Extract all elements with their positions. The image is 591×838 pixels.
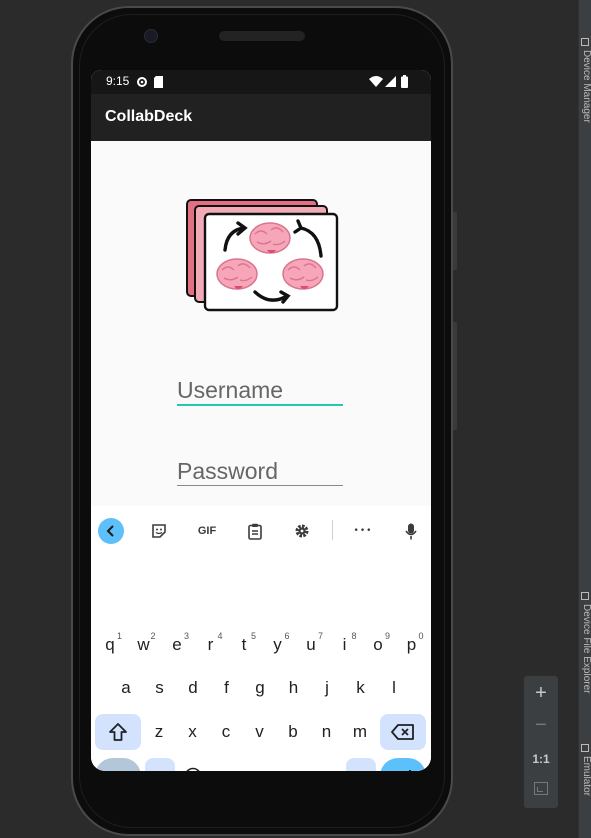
wifi-icon <box>369 76 383 87</box>
key-row1-4[interactable]: t5 <box>228 627 260 663</box>
enter-key[interactable] <box>380 758 426 771</box>
password-field-container <box>177 458 343 486</box>
period-key[interactable]: . <box>346 758 376 771</box>
shift-key[interactable] <box>95 714 141 750</box>
sd-card-icon <box>154 76 163 88</box>
more-options-button[interactable]: ••• <box>350 518 376 544</box>
username-field-container <box>177 377 343 406</box>
key-row2-3[interactable]: f <box>211 670 243 706</box>
battery-icon <box>401 75 408 88</box>
brain-icon-left <box>216 258 258 290</box>
key-row3-4[interactable]: b <box>277 714 309 750</box>
key-row1-8[interactable]: o9 <box>362 627 394 663</box>
emoji-icon <box>186 767 200 771</box>
soft-keyboard: GIF ••• q 1 w 2 e 3 r 4 t 5 y 6 u 7 i 8 … <box>91 506 431 771</box>
sticker-icon <box>152 524 166 538</box>
settings-gear-icon <box>137 77 147 87</box>
cell-signal-icon <box>385 76 396 87</box>
device-file-explorer-icon[interactable] <box>581 592 589 600</box>
key-row2-5[interactable]: h <box>278 670 310 706</box>
collabdeck-logo <box>186 199 339 312</box>
chevron-left-icon <box>106 525 114 537</box>
app-title: CollabDeck <box>105 108 193 125</box>
key-row1-5[interactable]: y6 <box>262 627 294 663</box>
emulator-tab[interactable]: Emulator <box>580 756 591 826</box>
shift-icon <box>109 723 127 741</box>
gear-icon <box>295 524 309 538</box>
key-row3-0[interactable]: z <box>143 714 175 750</box>
key-row1-9[interactable]: p0 <box>396 627 428 663</box>
actual-size-button[interactable]: 1:1 <box>524 752 558 766</box>
backspace-key[interactable] <box>380 714 426 750</box>
keyboard-settings-button[interactable] <box>289 518 315 544</box>
zoom-in-button[interactable]: + <box>524 682 558 705</box>
device-manager-tab[interactable]: Device Manager <box>580 50 591 146</box>
device-screen: 9:15 CollabDeck Username GIF ••• q 1 w 2… <box>91 70 431 771</box>
front-camera <box>144 29 158 43</box>
emoji-key[interactable] <box>177 758 209 771</box>
key-row3-6[interactable]: m <box>344 714 376 750</box>
app-bar: CollabDeck <box>91 94 431 141</box>
gif-button[interactable]: GIF <box>191 518 223 544</box>
toolbar-divider <box>332 520 333 540</box>
key-row2-0[interactable]: a <box>110 670 142 706</box>
fit-screen-icon[interactable] <box>534 782 548 795</box>
earpiece-speaker <box>219 31 305 41</box>
username-input[interactable] <box>177 377 343 404</box>
key-row1-0[interactable]: q1 <box>94 627 126 663</box>
key-row3-5[interactable]: n <box>311 714 343 750</box>
key-row1-7[interactable]: i8 <box>329 627 361 663</box>
password-input[interactable] <box>177 458 343 485</box>
voice-input-button[interactable] <box>398 518 424 544</box>
zoom-out-button[interactable]: − <box>524 714 558 737</box>
enter-icon <box>409 770 411 771</box>
key-row2-1[interactable]: s <box>144 670 176 706</box>
key-row3-2[interactable]: c <box>210 714 242 750</box>
key-row1-2[interactable]: e3 <box>161 627 193 663</box>
brain-icon-top <box>249 222 291 254</box>
microphone-icon <box>405 523 417 539</box>
spacebar-key[interactable] <box>211 758 343 771</box>
emulator-zoom-panel: + − 1:1 <box>524 676 558 808</box>
keyboard-collapse-button[interactable] <box>98 518 124 544</box>
device-manager-icon[interactable] <box>581 38 589 46</box>
key-row1-3[interactable]: r4 <box>195 627 227 663</box>
power-button[interactable] <box>453 322 457 430</box>
status-bar: 9:15 <box>91 70 431 94</box>
key-row2-6[interactable]: j <box>311 670 343 706</box>
comma-key[interactable]: , <box>145 758 175 771</box>
symbols-key[interactable]: ?123 <box>95 758 141 771</box>
key-row3-1[interactable]: x <box>177 714 209 750</box>
backspace-icon <box>391 724 414 740</box>
brain-icon-right <box>282 258 324 290</box>
key-row2-2[interactable]: d <box>177 670 209 706</box>
volume-button[interactable] <box>453 212 457 270</box>
key-row2-4[interactable]: g <box>244 670 276 706</box>
key-row1-1[interactable]: w2 <box>128 627 160 663</box>
clipboard-icon <box>248 523 262 540</box>
clipboard-button[interactable] <box>242 518 268 544</box>
status-time: 9:15 <box>106 74 130 88</box>
key-row2-8[interactable]: l <box>378 670 410 706</box>
key-row2-7[interactable]: k <box>345 670 377 706</box>
emulator-icon[interactable] <box>581 744 589 752</box>
sticker-button[interactable] <box>146 518 172 544</box>
key-row1-6[interactable]: u7 <box>295 627 327 663</box>
device-file-explorer-tab[interactable]: Device File Explorer <box>580 604 591 722</box>
key-row3-3[interactable]: v <box>244 714 276 750</box>
